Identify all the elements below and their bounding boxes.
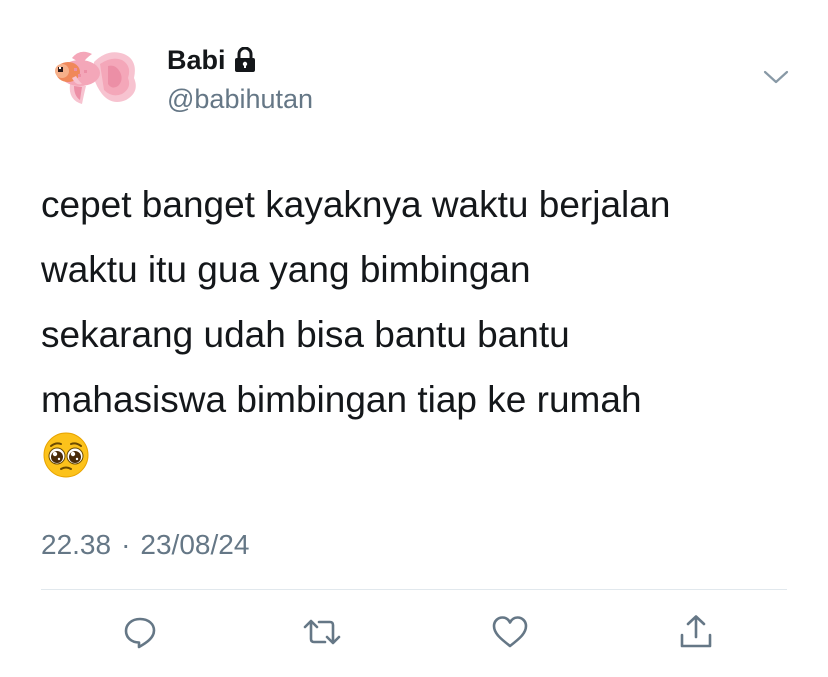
share-button[interactable] (674, 612, 718, 652)
betta-fish-avatar-icon (55, 51, 136, 104)
tweet-text: cepet banget kayaknya waktu berjalan wak… (41, 184, 671, 420)
like-icon (492, 616, 528, 648)
share-icon (680, 615, 712, 648)
retweet-icon (303, 619, 341, 645)
display-name[interactable]: Babi (167, 44, 256, 76)
display-name-text: Babi (167, 45, 226, 75)
tweet-timestamp[interactable]: 22.38 · 23/08/24 (41, 527, 249, 563)
reply-button[interactable] (118, 612, 162, 652)
tweet-time: 22.38 (41, 529, 112, 560)
avatar[interactable] (46, 44, 142, 110)
retweet-button[interactable] (300, 612, 344, 652)
divider (41, 589, 787, 590)
lock-icon (234, 46, 256, 73)
pleading-face-icon (43, 432, 89, 478)
reply-icon (124, 617, 156, 649)
tweet-date: 23/08/24 (140, 529, 250, 560)
chevron-down-icon[interactable] (762, 66, 790, 88)
like-button[interactable] (488, 612, 532, 652)
user-handle[interactable]: @babihutan (167, 83, 313, 115)
timestamp-separator: · (121, 529, 131, 560)
